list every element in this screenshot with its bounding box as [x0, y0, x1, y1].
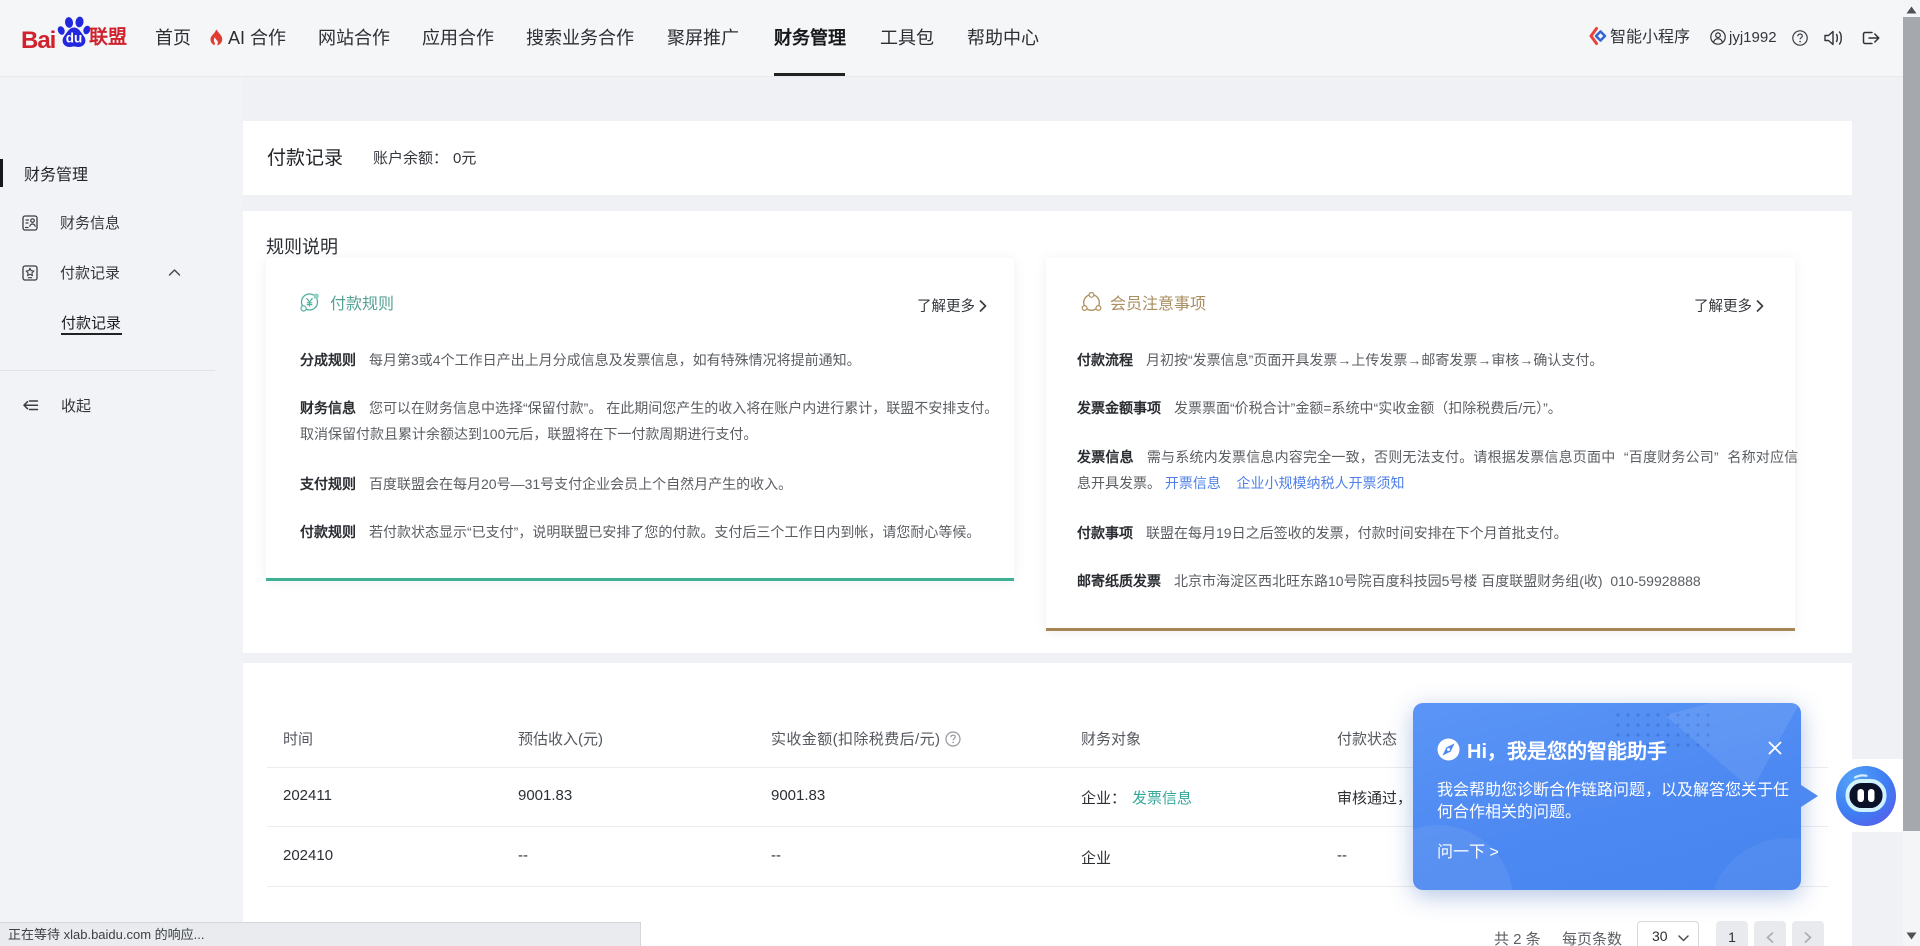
svg-text:du: du — [66, 31, 83, 46]
